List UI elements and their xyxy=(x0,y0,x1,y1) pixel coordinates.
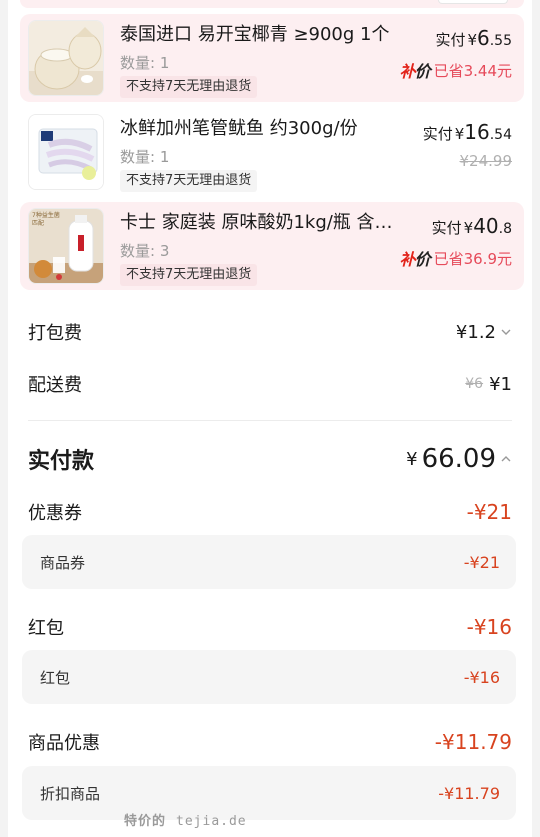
chevron-down-icon[interactable] xyxy=(500,326,512,338)
product-discount-label: 商品优惠 xyxy=(28,733,100,754)
product-name: 冰鲜加州笔管鱿鱼 约300g/份 xyxy=(120,118,358,139)
delivery-fee-value: ¥6 ¥1 xyxy=(465,374,512,395)
packing-fee-row[interactable]: 打包费 ¥1.2 xyxy=(28,312,512,352)
original-price-info: ¥24.99 xyxy=(460,152,513,170)
delivery-fee-row: 配送费 ¥6 ¥1 xyxy=(28,364,512,404)
product-discount-detail-value: -¥11.79 xyxy=(438,783,500,803)
paid-price: 实付 ¥ 6 .55 xyxy=(435,26,512,50)
currency-symbol: ¥ xyxy=(463,219,474,237)
total-paid-label: 实付款 xyxy=(28,449,95,474)
product-quantity: 数量: 1 xyxy=(120,148,170,166)
saved-amount: 已省3.44元 xyxy=(433,61,512,80)
red-packet-label: 红包 xyxy=(28,618,64,639)
coupon-detail: 商品券 -¥21 xyxy=(22,535,516,589)
coupon-row: 优惠券 -¥21 xyxy=(28,492,512,532)
red-packet-detail-value: -¥16 xyxy=(463,667,500,687)
previous-item-button-edge[interactable] xyxy=(438,0,508,4)
price-decimal: .55 xyxy=(489,33,512,49)
coupon-detail-value: -¥21 xyxy=(463,552,500,572)
product-name: 卡士 家庭装 原味酸奶1kg/瓶 含… xyxy=(120,212,393,233)
coupon-detail-label: 商品券 xyxy=(40,553,86,572)
red-packet-value: -¥16 xyxy=(466,615,512,639)
product-discount-detail: 折扣商品 -¥11.79 xyxy=(22,766,516,820)
delivery-fee-label: 配送费 xyxy=(28,375,82,396)
delivery-price: ¥1 xyxy=(489,373,512,395)
paid-price: 实付 ¥ 16 .54 xyxy=(423,120,512,144)
subsidy-price-badge: 补价 xyxy=(399,62,431,81)
squid-product-image xyxy=(28,114,104,190)
currency-symbol: ¥ xyxy=(454,125,465,143)
product-image-caption: 7种益生菌 匹配 xyxy=(32,212,60,227)
original-price: ¥24.99 xyxy=(459,152,513,170)
red-packet-row: 红包 -¥16 xyxy=(28,607,512,647)
subsidy-info: 补价 已省3.44元 xyxy=(400,58,512,82)
return-policy-tag: 不支持7天无理由退货 xyxy=(120,264,258,286)
total-paid-row[interactable]: 实付款 ¥ 66.09 xyxy=(28,436,512,482)
paid-label: 实付 xyxy=(431,219,462,237)
red-packet-detail-label: 红包 xyxy=(40,668,71,687)
price-decimal: .8 xyxy=(498,221,512,237)
chevron-up-icon[interactable] xyxy=(500,453,512,465)
product-discount-row: 商品优惠 -¥11.79 xyxy=(28,722,512,762)
price-integer: 16 xyxy=(464,120,490,144)
return-policy-tag: 不支持7天无理由退货 xyxy=(120,170,258,192)
red-packet-detail: 红包 -¥16 xyxy=(22,650,516,704)
yogurt-product-image: 7种益生菌 匹配 xyxy=(28,208,104,284)
packing-fee-value: ¥1.2 xyxy=(456,322,512,343)
product-row[interactable]: 泰国进口 易开宝椰青 ≥900g 1个 数量: 1 不支持7天无理由退货 实付 … xyxy=(20,14,524,102)
product-row[interactable]: 7种益生菌 匹配 卡士 家庭装 原味酸奶1kg/瓶 含… 数量: 3 不支持7天… xyxy=(20,202,524,290)
coupon-value: -¥21 xyxy=(466,500,512,524)
paid-price: 实付 ¥ 40 .8 xyxy=(432,214,512,238)
total-paid-value: ¥ 66.09 xyxy=(406,444,512,474)
product-name: 泰国进口 易开宝椰青 ≥900g 1个 xyxy=(120,24,390,45)
watermark: 特价的 tejia.de xyxy=(124,814,247,829)
product-discount-detail-label: 折扣商品 xyxy=(40,784,101,803)
paid-label: 实付 xyxy=(422,125,453,143)
previous-item-edge xyxy=(20,0,524,8)
product-quantity: 数量: 1 xyxy=(120,54,170,72)
return-policy-tag: 不支持7天无理由退货 xyxy=(120,76,258,98)
currency-symbol: ¥ xyxy=(467,31,477,49)
paid-label: 实付 xyxy=(435,31,466,49)
saved-amount: 已省36.9元 xyxy=(433,249,512,268)
subsidy-info: 补价 已省36.9元 xyxy=(400,246,512,270)
packing-fee-label: 打包费 xyxy=(28,323,82,344)
delivery-original-price: ¥6 xyxy=(465,376,484,392)
coconut-product-image xyxy=(28,20,104,96)
coupon-label: 优惠券 xyxy=(28,503,82,524)
price-integer: 40 xyxy=(473,214,499,238)
product-row[interactable]: 冰鲜加州笔管鱿鱼 约300g/份 数量: 1 不支持7天无理由退货 实付 ¥ 1… xyxy=(20,108,524,196)
product-discount-value: -¥11.79 xyxy=(434,730,512,754)
price-decimal: .54 xyxy=(489,127,512,143)
price-integer: 6 xyxy=(477,26,490,50)
product-quantity: 数量: 3 xyxy=(120,242,170,260)
divider xyxy=(28,420,512,421)
subsidy-price-badge: 补价 xyxy=(399,250,431,269)
